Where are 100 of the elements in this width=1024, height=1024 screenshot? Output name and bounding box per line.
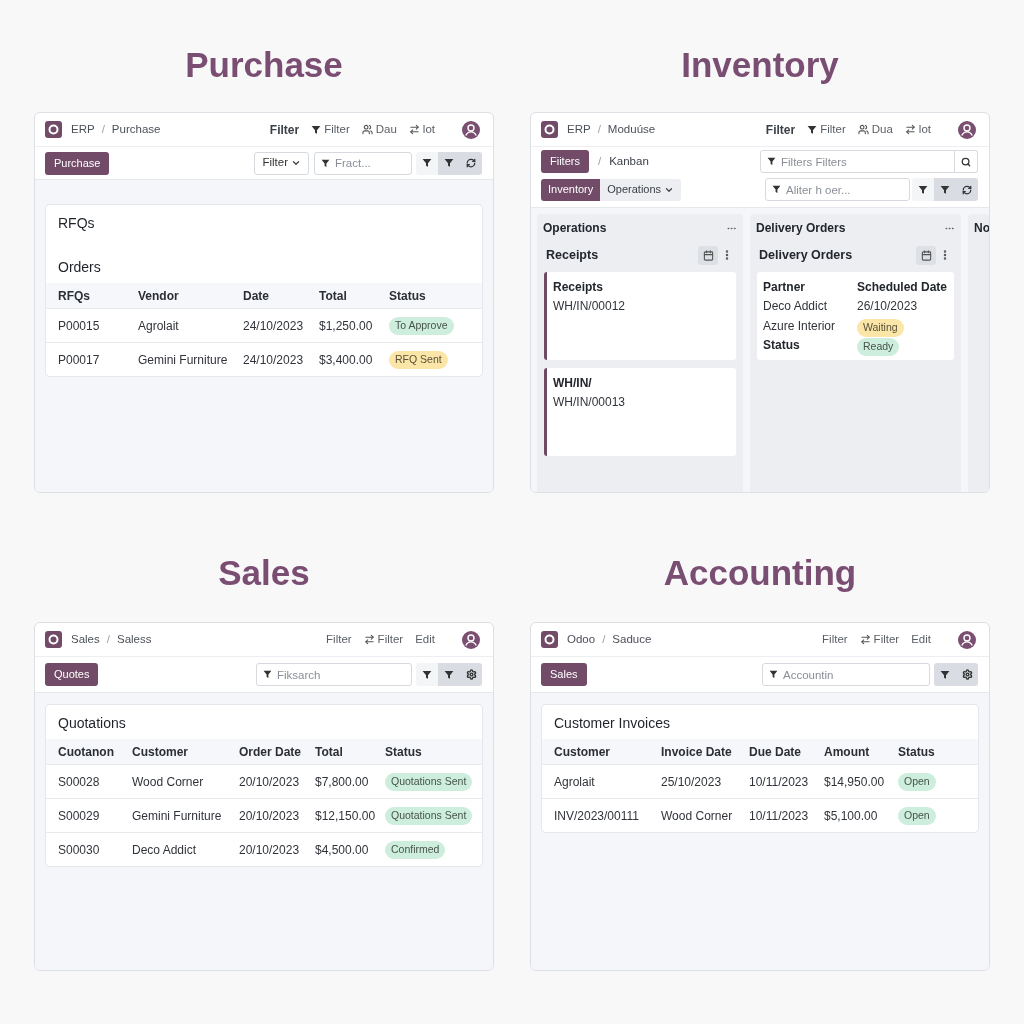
breadcrumb-link[interactable]: ERP: [71, 120, 95, 139]
filter-button[interactable]: [416, 663, 438, 686]
filter-button[interactable]: [438, 151, 460, 175]
refresh-icon: [962, 184, 972, 195]
card-title: WH/IN/: [553, 375, 593, 392]
table-cell-text: $1,250.00: [319, 317, 374, 335]
avatar-icon[interactable]: [958, 120, 976, 139]
menu-item[interactable]: Filter: [765, 120, 796, 139]
primary-button[interactable]: Sales: [541, 663, 587, 686]
filter-button[interactable]: [438, 663, 460, 686]
table-cell-text: $4,500.00: [315, 841, 370, 859]
people-icon: [857, 124, 869, 135]
column-header: Customer: [554, 743, 611, 761]
status-badge: Waiting: [857, 318, 904, 337]
primary-button[interactable]: Quotes: [45, 663, 99, 686]
filter-dropdown-button[interactable]: Filter: [254, 151, 309, 175]
primary-button[interactable]: Purchase: [45, 151, 110, 175]
search-field[interactable]: Aliter h oer...: [765, 178, 910, 201]
menu-item[interactable]: lot: [408, 120, 435, 139]
refresh-button[interactable]: [460, 151, 482, 175]
table-cell-text: S00028: [58, 773, 101, 791]
filter-icon: [422, 158, 432, 168]
calendar-icon[interactable]: [916, 245, 936, 265]
column-header: Status: [389, 287, 427, 305]
column-header: Date: [243, 287, 270, 305]
search-field[interactable]: Fract...: [314, 151, 412, 175]
filter-button[interactable]: [912, 178, 934, 201]
calendar-icon[interactable]: [698, 245, 718, 265]
column-subtitle: Receipts: [546, 246, 599, 264]
search-field[interactable]: Accountin: [762, 663, 930, 686]
swap-arrows-icon: [859, 634, 871, 645]
breadcrumb-separator: /: [602, 631, 606, 647]
status-badge: Confirmed: [385, 840, 446, 859]
table-cell-text: P00017: [58, 351, 101, 369]
view-title: Kanban: [609, 153, 649, 169]
field-value: Azure Interior: [763, 317, 837, 335]
menu-item[interactable]: Edit: [911, 630, 931, 649]
menu-item[interactable]: Filter: [822, 630, 848, 649]
column-subtitle: Delivery Orders: [759, 246, 853, 264]
logo-icon[interactable]: [541, 631, 558, 648]
swap-arrows-icon: [363, 634, 375, 645]
logo-icon[interactable]: [541, 121, 558, 138]
kanban-card[interactable]: Partner Scheduled Date Deco Addict 26/10/2023 Azure Interior Waiting Status Ready: [757, 272, 954, 360]
status-badge: Open: [898, 806, 936, 825]
settings-button[interactable]: [956, 663, 978, 686]
breadcrumb-link[interactable]: Sales: [71, 630, 100, 649]
card-heading: Orders: [58, 259, 102, 275]
view-tab[interactable]: Inventory: [541, 178, 601, 201]
view-tab[interactable]: Operations: [600, 178, 682, 201]
filter-button[interactable]: [934, 663, 956, 686]
avatar-icon[interactable]: [462, 120, 480, 139]
breadcrumb-link[interactable]: Odoo: [567, 630, 596, 649]
menu-item[interactable]: lot: [904, 120, 931, 139]
column-header: Status: [898, 743, 936, 761]
search-field[interactable]: Filters Filters: [760, 150, 955, 173]
menu-item[interactable]: Filter: [326, 630, 352, 649]
breadcrumb-separator: /: [597, 153, 602, 169]
card-heading: RFQs: [58, 215, 96, 231]
menu-item[interactable]: Dau: [361, 120, 397, 139]
search-field[interactable]: Fiksarch: [256, 663, 412, 686]
status-badge: RFQ Sent: [389, 350, 448, 369]
breadcrumb-separator: /: [101, 121, 105, 137]
section-title: Sales: [218, 553, 310, 593]
menu-item[interactable]: Filter: [269, 120, 300, 139]
refresh-icon: [466, 158, 476, 168]
table-cell-text: 24/10/2023: [243, 317, 305, 335]
column-header: Customer: [132, 743, 189, 761]
kanban-card[interactable]: Receipts WH/IN/00012: [544, 272, 736, 360]
breadcrumb-separator: /: [597, 121, 601, 137]
filter-icon: [422, 669, 432, 680]
breadcrumb-current: Purchase: [111, 121, 161, 137]
breadcrumb-current: Moduúse: [607, 121, 656, 137]
table-cell-text: 20/10/2023: [239, 807, 301, 825]
avatar-icon[interactable]: [462, 630, 480, 649]
table-cell-text: 10/11/2023: [749, 773, 810, 791]
column-header: Status: [385, 743, 423, 761]
kanban-card[interactable]: WH/IN/ WH/IN/00013: [544, 368, 736, 456]
table-cell-text: 24/10/2023: [243, 351, 305, 369]
logo-icon[interactable]: [45, 631, 62, 648]
refresh-button[interactable]: [956, 178, 978, 201]
filter-icon: [767, 157, 776, 166]
menu-item[interactable]: Dua: [857, 120, 893, 139]
column-header: RFQs: [58, 287, 91, 305]
settings-button[interactable]: [460, 663, 482, 686]
filter-icon: [769, 670, 778, 679]
menu-item[interactable]: Filter: [859, 630, 900, 649]
search-button[interactable]: [955, 150, 978, 173]
menu-item[interactable]: Edit: [415, 630, 435, 649]
primary-button[interactable]: Fiiters: [541, 150, 589, 173]
logo-icon[interactable]: [45, 121, 62, 138]
menu-item[interactable]: Filter: [807, 120, 846, 139]
filter-button[interactable]: [934, 178, 956, 201]
breadcrumb-link[interactable]: ERP: [567, 120, 591, 139]
section-title: Accounting: [663, 553, 857, 593]
field-value: 26/10/2023: [857, 298, 919, 316]
filter-button[interactable]: [416, 151, 438, 175]
avatar-icon[interactable]: [958, 630, 976, 649]
menu-item[interactable]: Filter: [311, 120, 350, 139]
menu-item[interactable]: Filter: [363, 630, 404, 649]
table-cell-text: $3,400.00: [319, 351, 374, 369]
